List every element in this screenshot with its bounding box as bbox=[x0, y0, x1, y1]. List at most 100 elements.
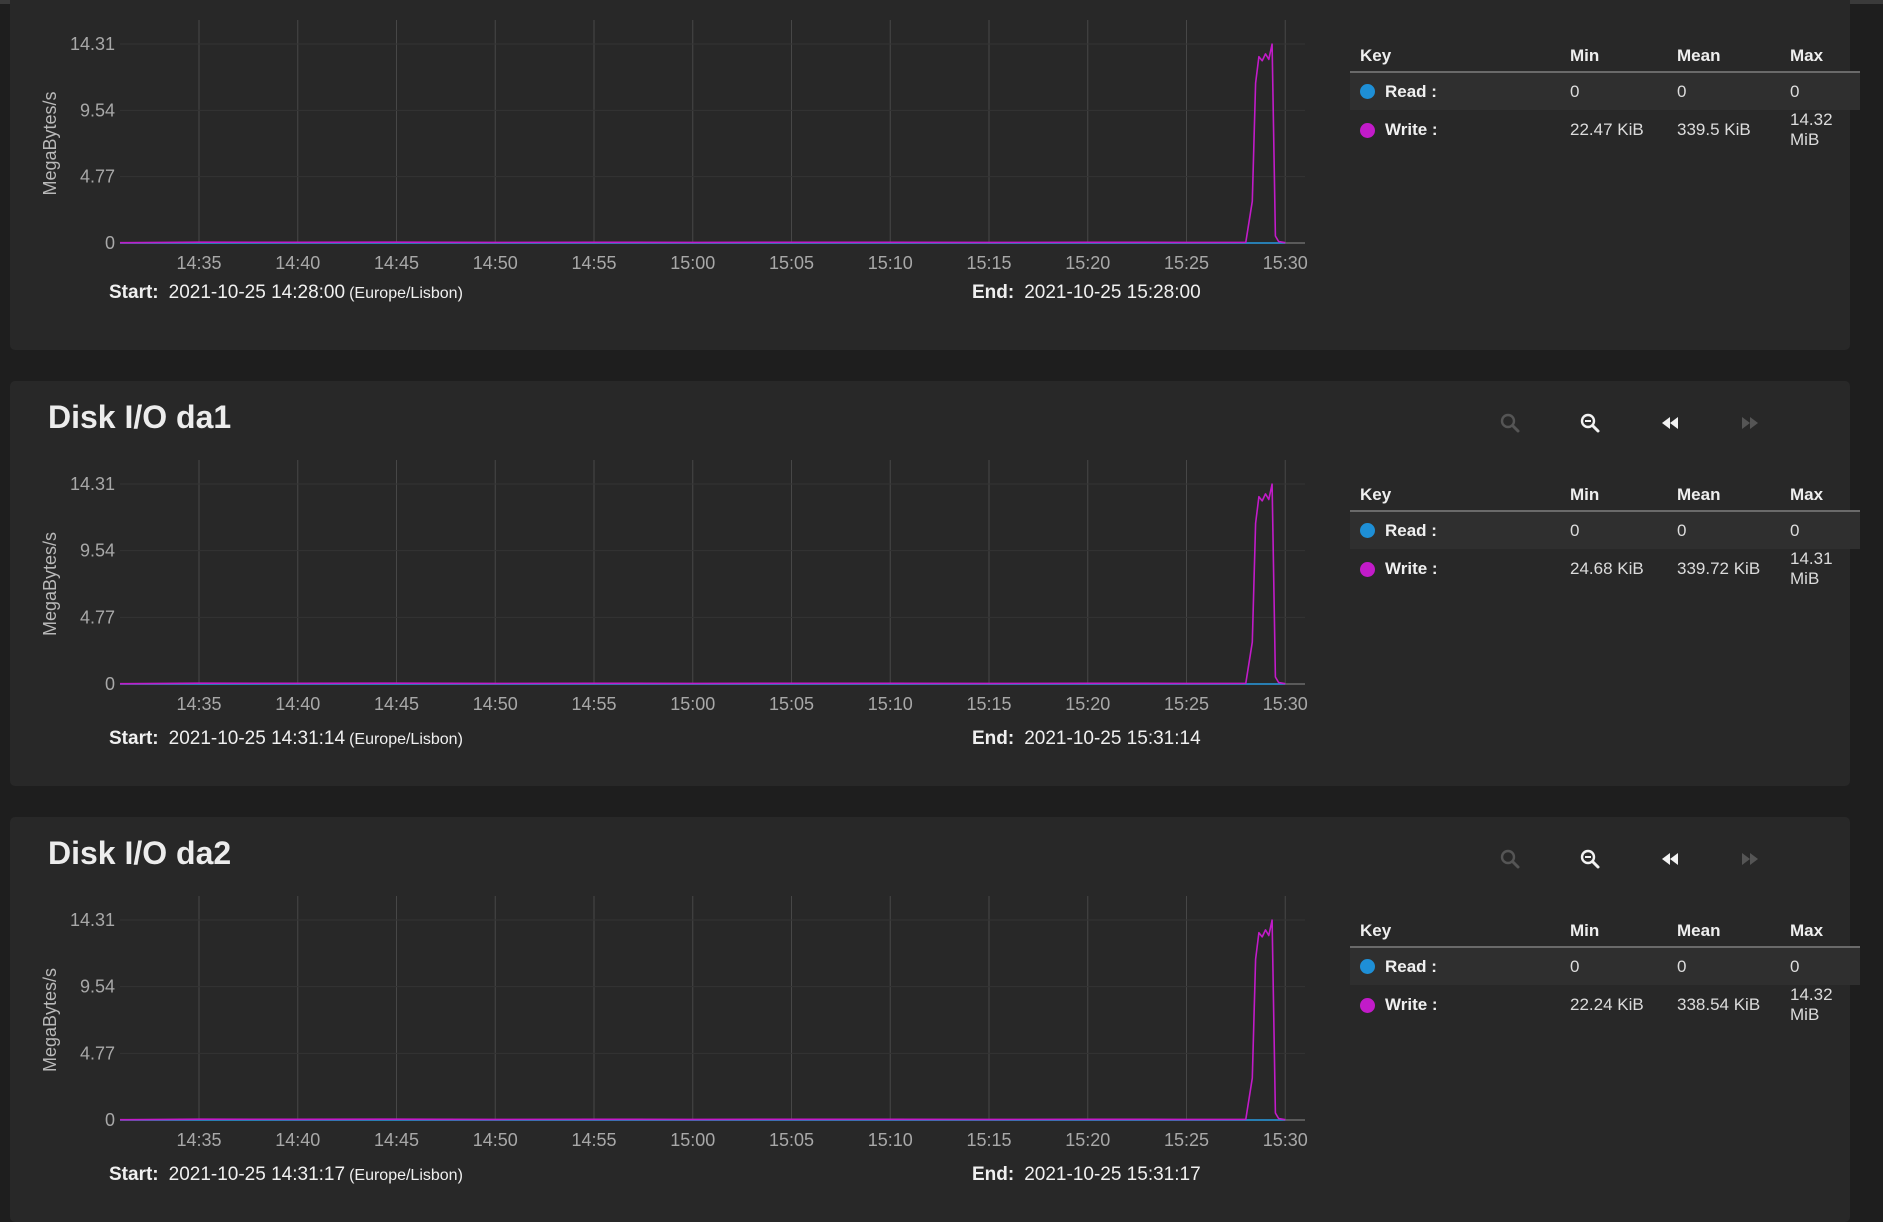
x-tick-label: 14:50 bbox=[473, 694, 518, 711]
x-tick-label: 15:05 bbox=[769, 1130, 814, 1147]
x-tick-label: 15:30 bbox=[1263, 694, 1308, 711]
legend-header: Key bbox=[1350, 920, 1560, 948]
x-tick-label: 15:25 bbox=[1164, 253, 1209, 270]
x-tick-label: 15:10 bbox=[868, 694, 913, 711]
series-name: Write : bbox=[1385, 995, 1438, 1014]
series-line-write bbox=[119, 43, 1286, 244]
legend-table: Key Min Mean Max Read :0 0 0 Write :22.24 KiB 33… bbox=[1350, 920, 1860, 1025]
legend-row: Read :000 bbox=[1350, 511, 1860, 549]
step-back-button[interactable] bbox=[1630, 407, 1710, 439]
series-line-write bbox=[119, 483, 1286, 685]
series-color-dot bbox=[1360, 997, 1375, 1013]
legend-header: Key bbox=[1350, 484, 1560, 512]
disk-io-panel-da0: 0 4.77 9.54 14.31 14:35 14:40 14:45 14:50 14:55 1… bbox=[10, 0, 1860, 350]
zoom-out-button[interactable] bbox=[1550, 843, 1630, 875]
series-max: 14.32 MiB bbox=[1790, 110, 1833, 149]
x-tick-label: 15:05 bbox=[769, 253, 814, 270]
x-tick-label: 15:30 bbox=[1263, 253, 1308, 270]
step-forward-icon bbox=[1742, 853, 1758, 865]
y-tick-label: 0 bbox=[105, 233, 115, 253]
series-max: 0 bbox=[1780, 72, 1860, 110]
legend-header: Key bbox=[1350, 45, 1560, 73]
x-tick-label: 15:00 bbox=[670, 253, 715, 270]
step-forward-icon bbox=[1742, 417, 1758, 429]
step-forward-button[interactable] bbox=[1710, 843, 1790, 875]
x-tick-label: 15:30 bbox=[1263, 1130, 1308, 1147]
legend-header: Max bbox=[1780, 45, 1860, 73]
series-max: 14.31 MiB bbox=[1790, 549, 1833, 588]
step-back-button[interactable] bbox=[1630, 843, 1710, 875]
series-mean: 0 bbox=[1667, 511, 1780, 549]
legend-header: Mean bbox=[1667, 920, 1780, 948]
disk-io-chart: 0 4.77 9.54 14.31 14:35 14:40 14:45 14:50 14:55 1… bbox=[40, 460, 1308, 711]
series-name: Read : bbox=[1385, 520, 1437, 540]
series-name: Write : bbox=[1385, 559, 1438, 578]
legend-header: Mean bbox=[1667, 484, 1780, 512]
step-back-icon bbox=[1662, 417, 1678, 429]
chart-legend: Key Min Mean Max Read :0 0 0 Write :22.47 KiB 33… bbox=[1350, 45, 1860, 150]
y-tick-label: 0 bbox=[105, 1110, 115, 1130]
legend-table: Key Min Mean Max Read :0 0 0 Write :22.47 KiB 33… bbox=[1350, 45, 1860, 150]
x-tick-label: 15:25 bbox=[1164, 694, 1209, 711]
chart-legend: Key Min Mean Max Read :0 0 0 Write :24.68 KiB 33… bbox=[1350, 484, 1860, 589]
x-tick-label: 14:35 bbox=[176, 1130, 221, 1147]
y-tick-label: 0 bbox=[105, 674, 115, 694]
start-time: Start: 2021-10-25 14:31:14 (Europe/Lisbon) bbox=[109, 728, 463, 749]
series-max: 14.32 MiB bbox=[1790, 985, 1833, 1024]
series-mean: 339.72 KiB bbox=[1677, 559, 1761, 578]
x-tick-label: 14:50 bbox=[473, 1130, 518, 1147]
y-tick-label: 14.31 bbox=[70, 34, 115, 54]
series-color-dot bbox=[1360, 122, 1375, 138]
legend-row: Write : 22.47 KiB 339.5 KiB 14.32 MiB bbox=[1350, 110, 1860, 150]
x-tick-label: 14:35 bbox=[176, 253, 221, 270]
disk-io-panel-da2: Disk I/O da2 0 4.77 9.54 14.31 14:35 14:40 14:… bbox=[10, 817, 1860, 1222]
zoom-in-button[interactable] bbox=[1470, 843, 1550, 875]
zoom-out-icon bbox=[1580, 849, 1600, 869]
series-name: Read : bbox=[1385, 956, 1437, 976]
legend-row: Read :000 bbox=[1350, 947, 1860, 985]
legend-header: Max bbox=[1780, 920, 1860, 948]
y-axis-label: MegaBytes/s bbox=[40, 968, 60, 1072]
series-mean: 0 bbox=[1667, 72, 1780, 110]
x-tick-label: 15:15 bbox=[966, 1130, 1011, 1147]
x-tick-label: 14:40 bbox=[275, 253, 320, 270]
x-tick-label: 15:20 bbox=[1065, 694, 1110, 711]
legend-row: Write : 22.24 KiB 338.54 KiB 14.32 MiB bbox=[1350, 985, 1860, 1025]
legend-row: Read :000 bbox=[1350, 72, 1860, 110]
chart-toolbar bbox=[1470, 407, 1790, 439]
y-axis-label: MegaBytes/s bbox=[40, 91, 60, 195]
series-mean: 338.54 KiB bbox=[1677, 995, 1761, 1014]
end-time: End: 2021-10-25 15:31:17 bbox=[972, 1164, 1201, 1185]
chart-toolbar bbox=[1470, 843, 1790, 875]
disk-io-chart: 0 4.77 9.54 14.31 14:35 14:40 14:45 14:50 14:55 1… bbox=[40, 896, 1308, 1147]
x-tick-label: 14:40 bbox=[275, 1130, 320, 1147]
y-tick-label: 9.54 bbox=[80, 541, 115, 561]
series-max: 0 bbox=[1780, 947, 1860, 985]
series-min: 0 bbox=[1560, 72, 1667, 110]
x-tick-label: 15:00 bbox=[670, 694, 715, 711]
x-tick-label: 14:40 bbox=[275, 694, 320, 711]
series-name: Read : bbox=[1385, 81, 1437, 101]
end-time: End: 2021-10-25 15:28:00 bbox=[972, 282, 1201, 303]
x-tick-label: 15:20 bbox=[1065, 253, 1110, 270]
zoom-in-icon bbox=[1500, 413, 1520, 433]
y-tick-label: 9.54 bbox=[80, 977, 115, 997]
step-forward-button[interactable] bbox=[1710, 407, 1790, 439]
chart-legend: Key Min Mean Max Read :0 0 0 Write :22.24 KiB 33… bbox=[1350, 920, 1860, 1025]
zoom-in-icon bbox=[1500, 849, 1520, 869]
legend-row: Write : 24.68 KiB 339.72 KiB 14.31 MiB bbox=[1350, 549, 1860, 589]
x-tick-label: 14:50 bbox=[473, 253, 518, 270]
series-name: Write : bbox=[1385, 120, 1438, 139]
y-tick-label: 4.77 bbox=[80, 607, 115, 627]
x-tick-label: 14:55 bbox=[571, 1130, 616, 1147]
end-time: End: 2021-10-25 15:31:14 bbox=[972, 728, 1201, 749]
y-tick-label: 14.31 bbox=[70, 910, 115, 930]
y-tick-label: 9.54 bbox=[80, 100, 115, 120]
zoom-out-button[interactable] bbox=[1550, 407, 1630, 439]
disk-io-chart: 0 4.77 9.54 14.31 14:35 14:40 14:45 14:50 14:55 1… bbox=[40, 20, 1308, 270]
x-tick-label: 14:45 bbox=[374, 253, 419, 270]
y-tick-label: 4.77 bbox=[80, 1043, 115, 1063]
x-tick-label: 14:55 bbox=[571, 253, 616, 270]
x-tick-label: 15:15 bbox=[966, 253, 1011, 270]
zoom-in-button[interactable] bbox=[1470, 407, 1550, 439]
